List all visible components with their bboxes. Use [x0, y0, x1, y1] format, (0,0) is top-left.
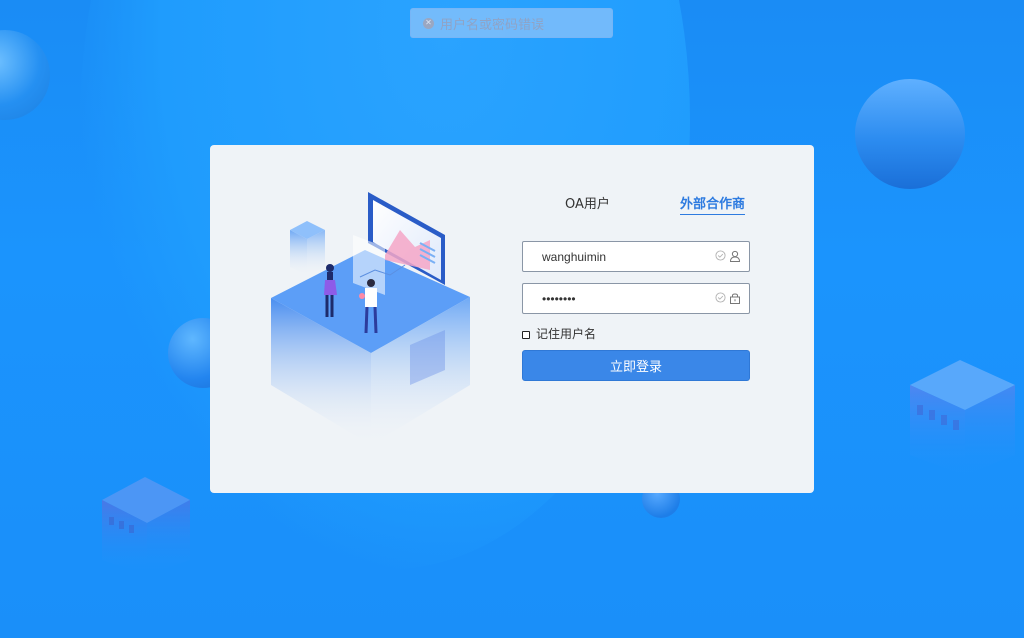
login-tabs: OA用户 外部合作商	[565, 193, 746, 217]
check-circle-icon	[715, 292, 726, 303]
lock-icon	[730, 293, 740, 304]
decorative-sphere	[0, 30, 50, 120]
username-input[interactable]	[523, 242, 712, 271]
decorative-sphere	[855, 79, 965, 189]
error-circle-icon: ✕	[423, 17, 434, 29]
password-field[interactable]	[522, 283, 750, 314]
remember-checkbox[interactable]	[522, 330, 530, 339]
tab-external-partner[interactable]: 外部合作商	[680, 193, 746, 215]
remember-username[interactable]: 记住用户名	[522, 325, 596, 342]
password-input[interactable]	[523, 284, 712, 313]
password-icons	[715, 292, 741, 304]
check-circle-icon	[715, 250, 726, 261]
decorative-building	[102, 477, 190, 575]
decorative-building	[910, 360, 1015, 475]
user-icon	[729, 250, 741, 262]
login-button[interactable]: 立即登录	[522, 350, 750, 381]
username-field[interactable]	[522, 241, 750, 272]
username-icons	[715, 250, 741, 262]
toast-message: 用户名或密码错误	[440, 17, 545, 33]
error-toast: ✕ 用户名或密码错误	[410, 8, 613, 38]
dashboard-illustration	[271, 192, 470, 445]
login-card: OA用户 外部合作商 记住用户名 立即登录	[210, 145, 814, 493]
tab-oa-user[interactable]: OA用户	[565, 193, 610, 212]
remember-label: 记住用户名	[536, 327, 597, 341]
